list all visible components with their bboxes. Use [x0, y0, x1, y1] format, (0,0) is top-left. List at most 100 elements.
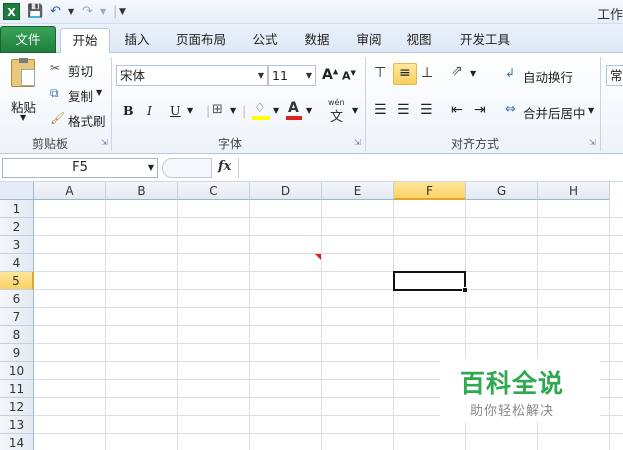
border-icon[interactable]: ⊞: [212, 102, 223, 117]
phonetic-icon[interactable]: wén 文: [328, 98, 350, 125]
row-header-9[interactable]: 9: [0, 344, 34, 362]
number-format-select[interactable]: 常: [606, 65, 623, 86]
row-header-7[interactable]: 7: [0, 308, 34, 326]
format-painter-button[interactable]: 格式刷: [68, 111, 106, 130]
cut-button[interactable]: 剪切: [68, 61, 93, 80]
shrink-font-icon[interactable]: A▼: [342, 69, 356, 83]
chevron-down-icon: ▼: [257, 71, 264, 80]
italic-button[interactable]: I: [147, 103, 152, 118]
chevron-down-icon: ▼: [305, 71, 312, 80]
tab-review[interactable]: 审阅: [348, 28, 390, 53]
paste-button[interactable]: 粘贴 ▼: [6, 57, 40, 127]
separator: |: [206, 103, 211, 118]
row-header-10[interactable]: 10: [0, 362, 34, 380]
gridline: [34, 217, 623, 218]
select-all-button[interactable]: [0, 182, 34, 200]
save-icon[interactable]: 💾: [27, 3, 43, 21]
align-middle-button[interactable]: ≡: [393, 63, 417, 85]
undo-dropdown-icon[interactable]: ▼: [68, 3, 74, 21]
gridline: [34, 325, 623, 326]
wrap-text-button[interactable]: 自动换行: [523, 67, 573, 86]
tab-page-layout[interactable]: 页面布局: [168, 28, 234, 53]
gridline: [34, 253, 623, 254]
row-header-11[interactable]: 11: [0, 380, 34, 398]
tab-file[interactable]: 文件: [0, 26, 56, 53]
orientation-dropdown-icon[interactable]: ▼: [470, 69, 476, 78]
phonetic-dropdown-icon[interactable]: ▼: [352, 106, 358, 115]
redo-dropdown-icon[interactable]: ▼: [100, 3, 106, 21]
row-header-4[interactable]: 4: [0, 254, 34, 272]
wrap-text-icon: ↲: [505, 66, 516, 80]
fill-handle[interactable]: [462, 287, 468, 293]
tab-home[interactable]: 开始: [60, 28, 110, 53]
redo-icon[interactable]: ↷: [82, 3, 93, 21]
alignment-launcher-icon[interactable]: ⇲: [589, 138, 596, 147]
align-middle-icon: ≡: [399, 65, 411, 81]
underline-dropdown-icon[interactable]: ▼: [187, 106, 193, 115]
tab-insert[interactable]: 插入: [116, 28, 158, 53]
font-color-dropdown-icon[interactable]: ▼: [306, 106, 312, 115]
fill-color-icon[interactable]: ♢: [252, 101, 270, 121]
font-color-icon[interactable]: A: [286, 100, 302, 122]
merge-center-icon: ⇔: [505, 102, 516, 117]
watermark: 百科全说 助你轻松解决: [440, 358, 600, 422]
column-header-g[interactable]: G: [466, 182, 538, 200]
align-right-icon[interactable]: ☰: [420, 102, 433, 118]
ribbon-tabs: 文件 开始 插入 页面布局 公式 数据 审阅 视图 开发工具: [0, 24, 623, 53]
tab-view[interactable]: 视图: [398, 28, 440, 53]
bold-button[interactable]: B: [123, 103, 134, 118]
tab-developer[interactable]: 开发工具: [452, 28, 518, 53]
align-bottom-icon[interactable]: ⊥: [421, 65, 433, 81]
row-header-3[interactable]: 3: [0, 236, 34, 254]
clipboard-launcher-icon[interactable]: ⇲: [101, 138, 108, 147]
separator: |: [242, 103, 247, 118]
name-box[interactable]: F5 ▼: [2, 158, 158, 178]
border-dropdown-icon[interactable]: ▼: [230, 106, 236, 115]
customize-dropdown-icon[interactable]: ▼: [119, 3, 126, 21]
font-size-select[interactable]: 11 ▼: [268, 65, 316, 86]
font-launcher-icon[interactable]: ⇲: [354, 138, 361, 147]
grow-font-icon[interactable]: A▲: [322, 67, 338, 83]
copy-dropdown-icon[interactable]: ▼: [96, 88, 102, 97]
row-header-12[interactable]: 12: [0, 398, 34, 416]
merge-dropdown-icon[interactable]: ▼: [588, 106, 594, 115]
align-center-icon[interactable]: ☰: [397, 102, 410, 118]
row-header-5[interactable]: 5: [0, 272, 34, 290]
column-header-b[interactable]: B: [106, 182, 178, 200]
align-top-icon[interactable]: ⊤: [374, 65, 386, 81]
row-header-13[interactable]: 13: [0, 416, 34, 434]
font-name-select[interactable]: 宋体 ▼: [116, 65, 268, 86]
row-header-1[interactable]: 1: [0, 200, 34, 218]
align-left-icon[interactable]: ☰: [374, 102, 387, 118]
increase-indent-icon[interactable]: ⇥: [474, 102, 486, 118]
chevron-down-icon: ▼: [147, 163, 154, 172]
fill-color-dropdown-icon[interactable]: ▼: [273, 106, 279, 115]
column-header-c[interactable]: C: [178, 182, 250, 200]
comment-indicator[interactable]: [315, 254, 321, 260]
excel-icon[interactable]: X: [3, 3, 20, 20]
tab-data[interactable]: 数据: [296, 28, 338, 53]
orientation-icon[interactable]: ⇗: [451, 63, 463, 79]
formula-bar: F5 ▼ fx: [0, 155, 623, 182]
tab-formulas[interactable]: 公式: [244, 28, 286, 53]
formula-bar-handle[interactable]: [162, 158, 212, 178]
decrease-indent-icon[interactable]: ⇤: [451, 102, 463, 118]
row-header-14[interactable]: 14: [0, 434, 34, 450]
undo-icon[interactable]: ↶: [50, 3, 61, 21]
merge-center-button[interactable]: 合并后居中: [523, 103, 586, 122]
insert-function-icon[interactable]: fx: [218, 159, 231, 174]
column-header-d[interactable]: D: [250, 182, 322, 200]
scissors-icon: ✂: [50, 61, 61, 75]
column-header-a[interactable]: A: [34, 182, 106, 200]
row-header-2[interactable]: 2: [0, 218, 34, 236]
copy-button[interactable]: 复制: [68, 86, 93, 105]
quick-access-toolbar: X 💾 ↶ ▼ ↷ ▼ | ▼ 工作: [0, 0, 623, 24]
selected-cell[interactable]: [393, 271, 466, 291]
row-header-8[interactable]: 8: [0, 326, 34, 344]
column-header-f[interactable]: F: [394, 182, 466, 200]
formula-input[interactable]: [238, 158, 623, 178]
row-header-6[interactable]: 6: [0, 290, 34, 308]
underline-button[interactable]: U: [170, 103, 181, 118]
column-header-h[interactable]: H: [538, 182, 610, 200]
column-header-e[interactable]: E: [322, 182, 394, 200]
